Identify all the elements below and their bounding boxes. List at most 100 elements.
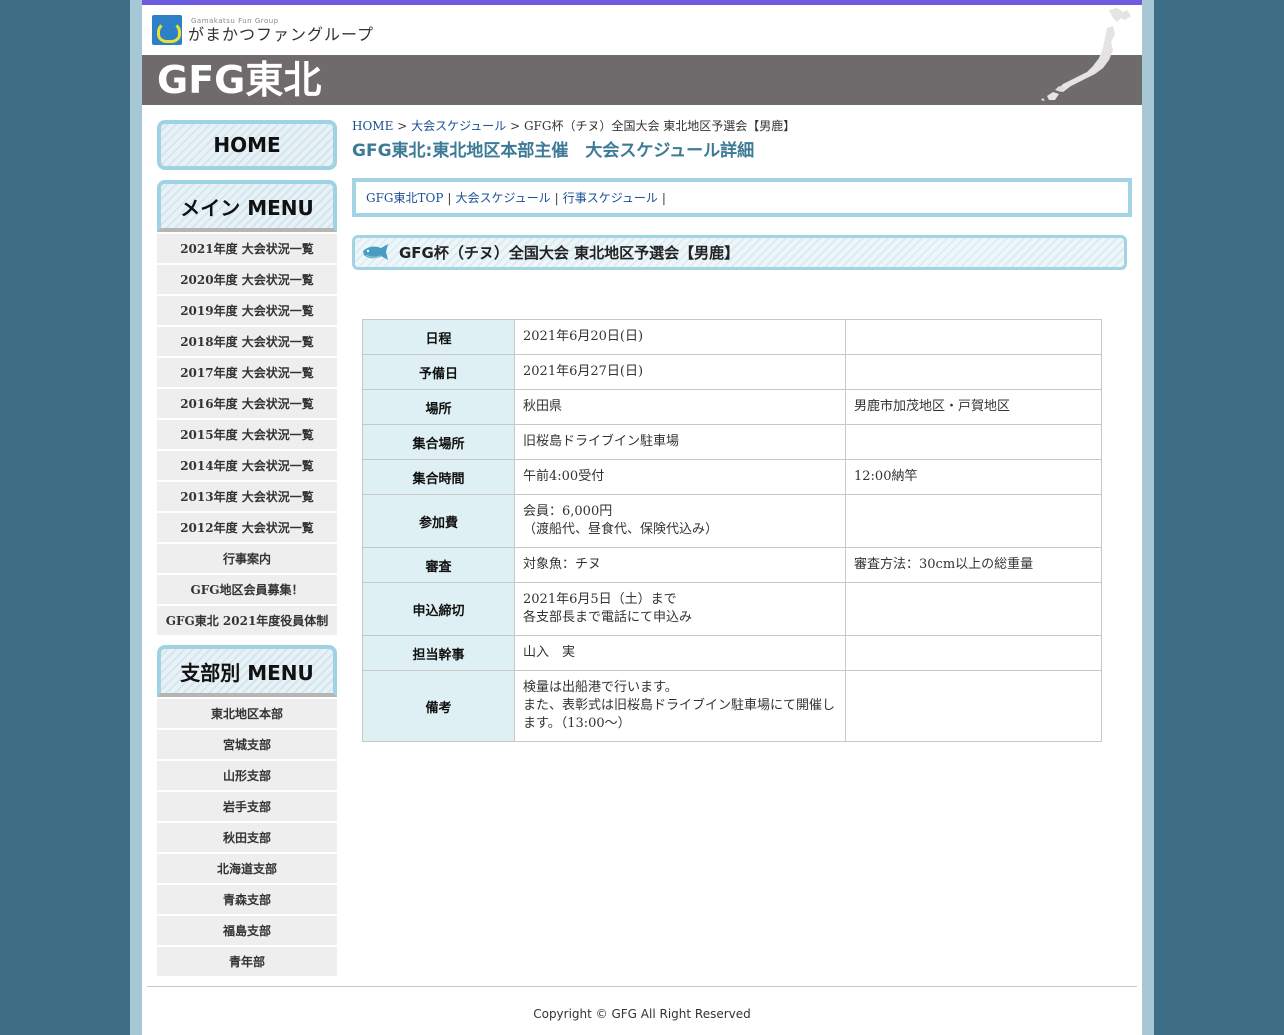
row-label-remarks: 備考 bbox=[362, 670, 515, 742]
subnav-top-link[interactable]: GFG東北TOP bbox=[366, 189, 443, 206]
japan-map-icon bbox=[1041, 8, 1131, 101]
row-label-judging: 審査 bbox=[362, 547, 515, 583]
sidebar-item-tohoku-hq[interactable]: 東北地区本部 bbox=[157, 699, 337, 728]
row-note-deadline bbox=[845, 582, 1102, 636]
table-row: 集合時間 午前4:00受付 12:00納竿 bbox=[362, 459, 1102, 495]
row-note-meeting-place bbox=[845, 424, 1102, 460]
row-note-fee bbox=[845, 494, 1102, 548]
row-value-deadline: 2021年6月5日（土）まで 各支部長まで電話にて申込み bbox=[514, 582, 846, 636]
main-content: HOME > 大会スケジュール > GFG杯（チヌ）全国大会 東北地区予選会【男… bbox=[352, 118, 1132, 742]
table-row: 集合場所 旧桜島ドライブイン駐車場 bbox=[362, 424, 1102, 460]
table-row: 担当幹事 山入 実 bbox=[362, 635, 1102, 671]
breadcrumb-separator: > bbox=[510, 119, 521, 133]
sub-navigation: GFG東北TOP | 大会スケジュール | 行事スケジュール | bbox=[352, 178, 1132, 217]
logo-subtitle: Gamakatsu Fun Group bbox=[191, 16, 279, 25]
sidebar-item-2014[interactable]: 2014年度 大会状況一覧 bbox=[157, 451, 337, 480]
sidebar-item-2016[interactable]: 2016年度 大会状況一覧 bbox=[157, 389, 337, 418]
gamakatsu-logo[interactable]: Gamakatsu Fun Group がまかつファングループ bbox=[152, 14, 374, 46]
subnav-schedule-link[interactable]: 大会スケジュール bbox=[455, 189, 550, 206]
sidebar: HOME メイン MENU 2021年度 大会状況一覧 2020年度 大会状況一… bbox=[157, 120, 337, 976]
sidebar-item-2021[interactable]: 2021年度 大会状況一覧 bbox=[157, 234, 337, 263]
sidebar-item-2017[interactable]: 2017年度 大会状況一覧 bbox=[157, 358, 337, 387]
main-menu-header: メイン MENU bbox=[157, 180, 337, 232]
row-note-reserve-date bbox=[845, 354, 1102, 390]
gamakatsu-logo-icon bbox=[152, 15, 182, 45]
sidebar-item-2015[interactable]: 2015年度 大会状況一覧 bbox=[157, 420, 337, 449]
row-note-organizer bbox=[845, 635, 1102, 671]
top-accent-bar bbox=[142, 0, 1142, 5]
sidebar-item-fukushima[interactable]: 福島支部 bbox=[157, 916, 337, 945]
event-detail-table: 日程 2021年6月20日(日) 予備日 2021年6月27日(日) 場所 秋田… bbox=[362, 319, 1102, 742]
row-label-reserve-date: 予備日 bbox=[362, 354, 515, 390]
logo-title: がまかつファングループ bbox=[188, 24, 375, 44]
row-label-organizer: 担当幹事 bbox=[362, 635, 515, 671]
breadcrumb-separator: > bbox=[397, 119, 408, 133]
sidebar-item-miyagi[interactable]: 宮城支部 bbox=[157, 730, 337, 759]
sidebar-item-iwate[interactable]: 岩手支部 bbox=[157, 792, 337, 821]
page-title: GFG東北:東北地区本部主催 大会スケジュール詳細 bbox=[352, 141, 755, 161]
table-row: 申込締切 2021年6月5日（土）まで 各支部長まで電話にて申込み bbox=[362, 582, 1102, 636]
row-note-judging: 審査方法：30cm以上の総重量 bbox=[845, 547, 1102, 583]
row-note-meeting-time: 12:00納竿 bbox=[845, 459, 1102, 495]
header-band: GFG東北 bbox=[142, 55, 1142, 105]
table-row: 日程 2021年6月20日(日) bbox=[362, 319, 1102, 355]
sidebar-item-youth[interactable]: 青年部 bbox=[157, 947, 337, 976]
event-title: GFG杯（チヌ）全国大会 東北地区予選会【男鹿】 bbox=[399, 244, 740, 262]
main-menu-list: 2021年度 大会状況一覧 2020年度 大会状況一覧 2019年度 大会状況一… bbox=[157, 234, 337, 635]
row-value-fee: 会員：6,000円 （渡船代、昼食代、保険代込み） bbox=[514, 494, 846, 548]
row-value-remarks: 検量は出船港で行います。 また、表彰式は旧桜島ドライブイン駐車場にて開催します。… bbox=[514, 670, 846, 742]
sidebar-item-akita[interactable]: 秋田支部 bbox=[157, 823, 337, 852]
sidebar-item-aomori[interactable]: 青森支部 bbox=[157, 885, 337, 914]
row-note-date bbox=[845, 319, 1102, 355]
row-value-reserve-date: 2021年6月27日(日) bbox=[514, 354, 846, 390]
row-value-judging: 対象魚：チヌ bbox=[514, 547, 846, 583]
breadcrumb: HOME > 大会スケジュール > GFG杯（チヌ）全国大会 東北地区予選会【男… bbox=[352, 118, 1132, 134]
subnav-events-link[interactable]: 行事スケジュール bbox=[563, 189, 658, 206]
row-label-deadline: 申込締切 bbox=[362, 582, 515, 636]
row-label-location: 場所 bbox=[362, 389, 515, 425]
sidebar-item-officers[interactable]: GFG東北 2021年度役員体制 bbox=[157, 606, 337, 635]
table-row: 審査 対象魚：チヌ 審査方法：30cm以上の総重量 bbox=[362, 547, 1102, 583]
subnav-separator: | bbox=[447, 190, 452, 205]
event-title-bar: GFG杯（チヌ）全国大会 東北地区予選会【男鹿】 bbox=[352, 235, 1127, 270]
sidebar-item-2013[interactable]: 2013年度 大会状況一覧 bbox=[157, 482, 337, 511]
page-wrapper: Gamakatsu Fun Group がまかつファングループ GFG東北 HO… bbox=[142, 0, 1142, 1035]
branch-menu-list: 東北地区本部 宮城支部 山形支部 岩手支部 秋田支部 北海道支部 青森支部 福島… bbox=[157, 699, 337, 976]
row-value-date: 2021年6月20日(日) bbox=[514, 319, 846, 355]
row-label-date: 日程 bbox=[362, 319, 515, 355]
breadcrumb-current: GFG杯（チヌ）全国大会 東北地区予選会【男鹿】 bbox=[523, 119, 796, 133]
row-label-meeting-time: 集合時間 bbox=[362, 459, 515, 495]
sidebar-item-2020[interactable]: 2020年度 大会状況一覧 bbox=[157, 265, 337, 294]
footer-divider bbox=[147, 986, 1137, 987]
fish-icon bbox=[363, 243, 388, 260]
sidebar-item-2019[interactable]: 2019年度 大会状況一覧 bbox=[157, 296, 337, 325]
page-background: Gamakatsu Fun Group がまかつファングループ GFG東北 HO… bbox=[130, 0, 1154, 1035]
site-title: GFG東北 bbox=[157, 58, 322, 102]
breadcrumb-schedule-link[interactable]: 大会スケジュール bbox=[411, 119, 506, 133]
sidebar-item-hokkaido[interactable]: 北海道支部 bbox=[157, 854, 337, 883]
footer-copyright: Copyright © GFG All Right Reserved bbox=[533, 1007, 751, 1021]
table-row: 予備日 2021年6月27日(日) bbox=[362, 354, 1102, 390]
sidebar-item-2012[interactable]: 2012年度 大会状況一覧 bbox=[157, 513, 337, 542]
sidebar-item-2018[interactable]: 2018年度 大会状況一覧 bbox=[157, 327, 337, 356]
row-label-fee: 参加費 bbox=[362, 494, 515, 548]
subnav-separator: | bbox=[554, 190, 559, 205]
row-value-location: 秋田県 bbox=[514, 389, 846, 425]
sidebar-item-recruit[interactable]: GFG地区会員募集！ bbox=[157, 575, 337, 604]
sidebar-item-yamagata[interactable]: 山形支部 bbox=[157, 761, 337, 790]
logo-text: Gamakatsu Fun Group がまかつファングループ bbox=[188, 16, 375, 44]
row-value-organizer: 山入 実 bbox=[514, 635, 846, 671]
row-value-meeting-time: 午前4:00受付 bbox=[514, 459, 846, 495]
subnav-separator: | bbox=[661, 190, 666, 205]
sidebar-item-events[interactable]: 行事案内 bbox=[157, 544, 337, 573]
row-note-remarks bbox=[845, 670, 1102, 742]
row-label-meeting-place: 集合場所 bbox=[362, 424, 515, 460]
table-row: 場所 秋田県 男鹿市加茂地区・戸賀地区 bbox=[362, 389, 1102, 425]
table-row: 備考 検量は出船港で行います。 また、表彰式は旧桜島ドライブイン駐車場にて開催し… bbox=[362, 670, 1102, 742]
breadcrumb-home-link[interactable]: HOME bbox=[352, 119, 393, 133]
branch-menu-header: 支部別 MENU bbox=[157, 645, 337, 697]
row-value-meeting-place: 旧桜島ドライブイン駐車場 bbox=[514, 424, 846, 460]
table-row: 参加費 会員：6,000円 （渡船代、昼食代、保険代込み） bbox=[362, 494, 1102, 548]
row-note-location: 男鹿市加茂地区・戸賀地区 bbox=[845, 389, 1102, 425]
home-button[interactable]: HOME bbox=[157, 120, 337, 170]
